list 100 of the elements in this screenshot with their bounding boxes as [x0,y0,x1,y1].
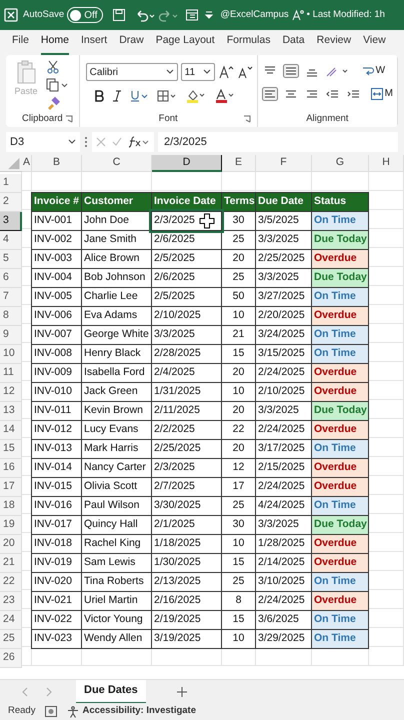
ribbon-tab[interactable]: Review [316,33,352,55]
group-label: Alignment [306,112,348,126]
row-header[interactable]: 20 [0,535,22,554]
status-cell: Overdue [311,420,369,440]
row-header[interactable]: 22 [0,573,22,592]
formula-field[interactable]: 2/3/2025 [158,132,398,152]
insert-function-icon[interactable] [128,136,150,148]
merge-button[interactable]: M [370,86,393,101]
column-header[interactable]: H [369,155,404,172]
ribbon-tab[interactable]: Page Layout [156,33,215,55]
row-header[interactable]: 4 [0,231,22,250]
table-cell: INV-015 [31,477,82,497]
dialog-launcher-icon[interactable] [242,115,251,123]
account-name: @ExcelCampus [220,8,289,22]
save-icon[interactable] [112,8,126,22]
row-header[interactable]: 23 [0,592,22,611]
cut-icon[interactable] [46,60,60,74]
add-sheet-icon[interactable] [176,686,188,698]
row-header[interactable]: 13 [0,402,22,421]
row-header[interactable]: 2 [0,193,22,212]
autosave-toggle[interactable]: Off [67,7,104,23]
table-cell[interactable]: 2/3/2025 [151,211,222,231]
table-cell: INV-007 [31,325,82,345]
wrap-text-button[interactable]: W [362,63,386,78]
row-header[interactable]: 3 [0,212,22,231]
row-header[interactable]: 17 [0,478,22,497]
row-header[interactable]: 7 [0,288,22,307]
table-header-cell: Customer [81,192,152,212]
status-cell: On Time [311,439,369,459]
row-header[interactable]: 16 [0,459,22,478]
row-header[interactable]: 26 [0,649,22,668]
ribbon-tab[interactable]: File [12,33,29,55]
row-header[interactable]: 6 [0,269,22,288]
status-cell: On Time [311,572,369,592]
table-cell: INV-005 [31,287,82,307]
group-label: Font [158,112,178,126]
row-header[interactable]: 1 [0,174,22,193]
column-header[interactable]: C [82,155,152,172]
redo-icon[interactable] [158,8,178,22]
row-header[interactable]: 19 [0,516,22,535]
font-size-field[interactable]: 11 [180,63,215,81]
column-header[interactable]: D [152,155,222,172]
align-middle-icon[interactable] [282,64,299,78]
dialog-launcher-icon[interactable] [64,115,73,123]
underline-icon[interactable] [130,90,148,102]
column-header[interactable]: E [222,155,256,172]
sheet-tab[interactable]: Due Dates [76,680,146,704]
row-header[interactable]: 14 [0,421,22,440]
table-cell: INV-006 [31,306,82,326]
table-cell: INV-001 [31,211,82,231]
row-header[interactable]: 25 [0,630,22,649]
italic-icon[interactable] [112,90,121,102]
undo-icon[interactable] [135,8,156,22]
table-cell: INV-016 [31,496,82,516]
ribbon-tab[interactable]: Insert [80,33,108,55]
status-cell: Due Today [311,401,369,421]
fill-color-icon[interactable] [186,89,206,103]
ribbon-tab[interactable]: Formulas [226,33,270,55]
font-color-icon[interactable] [214,89,235,103]
status-cell: Overdue [311,553,369,573]
table-header-cell: Terms [221,192,256,212]
row-header[interactable]: 21 [0,554,22,573]
row-header[interactable]: 8 [0,307,22,326]
accessibility-icon [67,706,80,718]
column-header[interactable]: B [32,155,82,172]
font-name-field[interactable]: Calibri [86,63,178,81]
table-cell: INV-008 [31,344,82,364]
table-cell: INV-002 [31,230,82,250]
row-header[interactable]: 18 [0,497,22,516]
row-header[interactable]: 12 [0,383,22,402]
align-left-icon[interactable] [262,86,278,100]
borders-icon[interactable] [156,90,177,102]
status-cell: Overdue [311,477,369,497]
row-header[interactable]: 10 [0,345,22,364]
form-icon[interactable] [185,8,200,22]
bold-icon[interactable] [94,90,104,102]
format-painter-icon[interactable] [46,96,60,110]
column-header[interactable]: G [312,155,369,172]
row-header[interactable]: 9 [0,326,22,345]
column-header[interactable]: A [22,155,32,172]
accessibility-button[interactable]: Accessibility: Investigate [67,704,196,719]
row-header[interactable]: 5 [0,250,22,269]
merge-icon [370,88,383,100]
excel-logo-icon [4,8,18,22]
name-box[interactable]: D3 [6,132,80,152]
table-cell: INV-022 [31,610,82,630]
ribbon-tab[interactable]: Data [282,33,305,55]
row-header[interactable]: 15 [0,440,22,459]
table-cell: INV-003 [31,249,82,269]
copy-icon[interactable] [46,78,68,92]
ribbon-tab[interactable]: View [363,33,386,55]
increase-font-icon[interactable] [218,65,234,79]
ribbon-tab[interactable]: Draw [119,33,144,55]
column-header[interactable]: F [256,155,312,172]
wrap-text-icon [362,64,374,76]
row-header[interactable]: 24 [0,611,22,630]
macro-record-icon[interactable] [45,706,58,717]
status-cell: Due Today [311,268,369,288]
decrease-font-icon[interactable] [236,65,253,79]
row-header[interactable]: 11 [0,364,22,383]
